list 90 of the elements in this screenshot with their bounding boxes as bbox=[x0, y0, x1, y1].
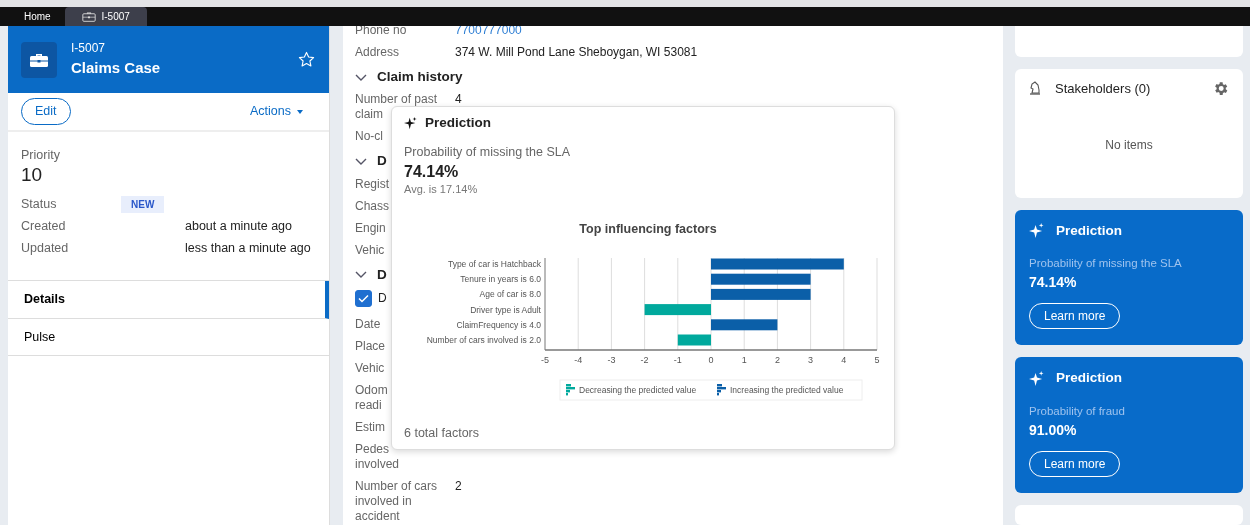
field-label: Vehic bbox=[355, 360, 385, 376]
priority-value: 10 bbox=[21, 164, 44, 184]
checkbox[interactable] bbox=[355, 289, 372, 307]
field-label: Chass bbox=[355, 198, 389, 214]
card-title: Prediction bbox=[1056, 221, 1122, 240]
tick-label: -3 bbox=[607, 354, 616, 365]
field-label: Estim bbox=[355, 419, 385, 435]
section-heading: D bbox=[377, 152, 387, 171]
settings-icon[interactable] bbox=[1212, 79, 1229, 97]
field-value: about a minute ago bbox=[185, 218, 293, 236]
section-heading: D bbox=[377, 265, 387, 284]
caret-icon bbox=[297, 109, 303, 114]
case-title: Claims Case bbox=[71, 58, 162, 79]
metric-label: Probability of fraud bbox=[1029, 403, 1126, 419]
chevron-icon[interactable] bbox=[355, 157, 367, 165]
field-label: Pedes bbox=[355, 441, 390, 457]
metric-value: 74.14% bbox=[404, 162, 460, 182]
field-label: Number of past bbox=[355, 92, 438, 108]
field-label: readi bbox=[355, 397, 382, 413]
tick-label: 1 bbox=[741, 354, 747, 365]
legend-label: Decreasing the predicted value bbox=[579, 384, 697, 395]
average-text: Avg. is 17.14% bbox=[404, 182, 479, 198]
field-label: Address bbox=[355, 45, 400, 60]
field-label: Updated bbox=[21, 240, 70, 258]
panel-title: Stakeholders (0) bbox=[1055, 79, 1152, 98]
field-value: 4 bbox=[455, 92, 462, 109]
factor-count: 6 total factors bbox=[404, 424, 481, 442]
tick-label: -5 bbox=[541, 354, 549, 365]
tab[interactable]: Home bbox=[10, 7, 65, 26]
field-label: accident bbox=[355, 508, 400, 524]
checkbox-label: D bbox=[378, 290, 387, 306]
checkmark-icon bbox=[358, 293, 369, 303]
category-label: Type of car is Hatchback bbox=[447, 258, 541, 269]
sparkle-icon bbox=[1029, 371, 1044, 386]
field-label: Vehic bbox=[355, 242, 385, 258]
chevron-icon[interactable] bbox=[355, 271, 367, 279]
metric-value: 74.14% bbox=[1029, 273, 1078, 293]
popover-title: Prediction bbox=[425, 114, 491, 132]
metric-label: Probability of missing the SLA bbox=[404, 144, 572, 162]
category-label: Tenure in years is 6.0 bbox=[460, 273, 541, 284]
field-label: Priority bbox=[21, 147, 61, 164]
field-label: Date bbox=[355, 316, 381, 332]
field-label: Number of cars bbox=[355, 478, 438, 494]
field-label: Created bbox=[21, 218, 67, 236]
field-label: claim bbox=[355, 107, 383, 123]
tick-label: 4 bbox=[841, 354, 847, 365]
sparkle-icon bbox=[404, 116, 417, 130]
field-value: less than a minute ago bbox=[185, 240, 311, 258]
field-label: Regist bbox=[355, 176, 389, 192]
briefcase-icon bbox=[81, 11, 96, 22]
legend-label: Increasing the predicted value bbox=[730, 384, 844, 395]
category-label: Age of car is 8.0 bbox=[479, 289, 541, 300]
metric-value: 91.00% bbox=[1029, 420, 1078, 440]
sparkle-icon bbox=[1029, 223, 1044, 239]
field-value: 2 bbox=[455, 478, 462, 495]
tick-label: -1 bbox=[673, 354, 682, 365]
tick-label: 2 bbox=[774, 354, 780, 365]
case-id: I-5007 bbox=[71, 40, 107, 58]
metric-label: Probability of missing the SLA bbox=[1029, 255, 1183, 271]
field-label: No-cl bbox=[355, 129, 383, 145]
actions-menu[interactable]: Actions bbox=[244, 101, 309, 122]
status-badge: NEW bbox=[121, 196, 165, 214]
category-label: Number of cars involved is 2.0 bbox=[426, 334, 541, 345]
tick-label: 5 bbox=[874, 354, 880, 365]
phone-link[interactable]: 7700777000 bbox=[455, 26, 522, 37]
category-label: ClaimFrequency is 4.0 bbox=[456, 319, 541, 330]
field-label: involved bbox=[355, 456, 400, 472]
tick-label: 0 bbox=[708, 354, 714, 365]
field-label: Phone no bbox=[355, 26, 407, 38]
edit-button[interactable]: Edit bbox=[21, 98, 71, 125]
empty-message: No items bbox=[1104, 137, 1154, 155]
field-label: involved in bbox=[355, 493, 412, 509]
tick-label: 3 bbox=[808, 354, 814, 365]
field-label: Engin bbox=[355, 220, 386, 236]
field-label: Place bbox=[355, 338, 386, 354]
field-value: 374 W. Mill Pond Lane Sheboygan, WI 53081 bbox=[455, 45, 698, 60]
tick-label: -2 bbox=[640, 354, 649, 365]
chart-title: Top influencing factors bbox=[579, 221, 717, 236]
tab[interactable]: I-5007 bbox=[64, 7, 147, 26]
field-label: Odom bbox=[355, 382, 388, 398]
section-heading: Claim history bbox=[377, 68, 463, 86]
star-icon[interactable] bbox=[298, 51, 315, 68]
nav-item[interactable]: Details bbox=[8, 280, 329, 319]
chess-knight-icon bbox=[1029, 81, 1041, 96]
tick-label: -4 bbox=[574, 354, 583, 365]
chevron-icon[interactable] bbox=[355, 73, 367, 81]
field-label: Status bbox=[21, 196, 58, 214]
category-label: Driver type is Adult bbox=[470, 304, 541, 315]
case-icon bbox=[21, 41, 57, 78]
card-title: Prediction bbox=[1056, 369, 1122, 388]
